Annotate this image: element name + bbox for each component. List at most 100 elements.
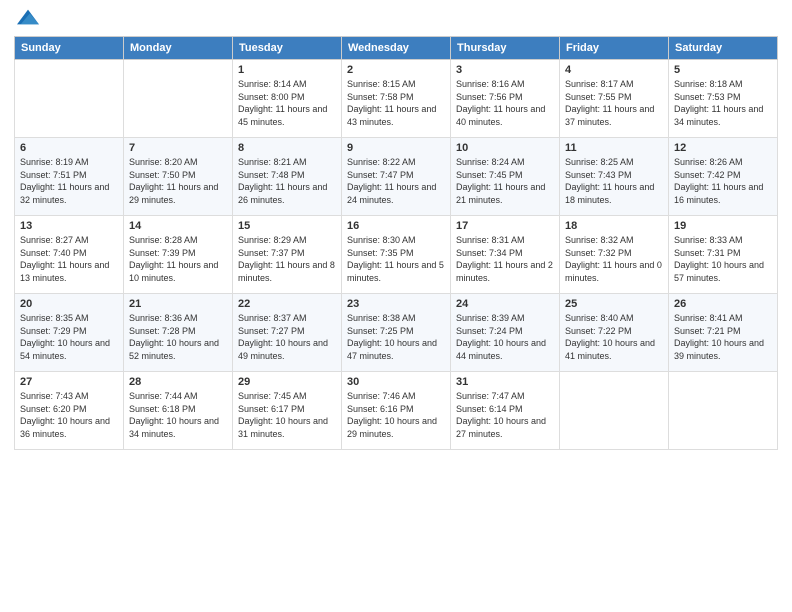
day-number: 12 <box>674 142 772 154</box>
cell-content: Sunrise: 8:40 AMSunset: 7:22 PMDaylight:… <box>565 312 663 362</box>
cell-content: Sunrise: 8:15 AMSunset: 7:58 PMDaylight:… <box>347 78 445 128</box>
calendar-week-row: 27 Sunrise: 7:43 AMSunset: 6:20 PMDayligh… <box>15 372 778 450</box>
cell-content: Sunrise: 8:39 AMSunset: 7:24 PMDaylight:… <box>456 312 554 362</box>
cell-content: Sunrise: 8:30 AMSunset: 7:35 PMDaylight:… <box>347 234 445 284</box>
cell-content: Sunrise: 7:47 AMSunset: 6:14 PMDaylight:… <box>456 390 554 440</box>
calendar-cell: 29Sunrise: 7:45 AMSunset: 6:17 PMDayligh… <box>233 372 342 450</box>
calendar-cell: 18 Sunrise: 8:32 AMSunset: 7:32 PMDayligh… <box>560 216 669 294</box>
calendar-cell: 3 Sunrise: 8:16 AMSunset: 7:56 PMDaylight… <box>451 60 560 138</box>
weekday-header-row: SundayMondayTuesdayWednesdayThursdayFrid… <box>15 37 778 60</box>
cell-content: Sunrise: 8:36 AMSunset: 7:28 PMDaylight:… <box>129 312 227 362</box>
calendar-cell: 24 Sunrise: 8:39 AMSunset: 7:24 PMDayligh… <box>451 294 560 372</box>
day-number: 13 <box>20 220 118 232</box>
day-number: 17 <box>456 220 554 232</box>
calendar-cell: 4 Sunrise: 8:17 AMSunset: 7:55 PMDaylight… <box>560 60 669 138</box>
calendar-cell <box>124 60 233 138</box>
cell-content: Sunrise: 8:32 AMSunset: 7:32 PMDaylight:… <box>565 234 663 284</box>
day-number: 18 <box>565 220 663 232</box>
calendar-table: SundayMondayTuesdayWednesdayThursdayFrid… <box>14 36 778 450</box>
calendar-cell: 31 Sunrise: 7:47 AMSunset: 6:14 PMDayligh… <box>451 372 560 450</box>
calendar-cell: 30 Sunrise: 7:46 AMSunset: 6:16 PMDayligh… <box>342 372 451 450</box>
weekday-header-saturday: Saturday <box>669 37 778 60</box>
day-number: 24 <box>456 298 554 310</box>
calendar-cell: 23 Sunrise: 8:38 AMSunset: 7:25 PMDayligh… <box>342 294 451 372</box>
calendar-cell: 14 Sunrise: 8:28 AMSunset: 7:39 PMDayligh… <box>124 216 233 294</box>
cell-content: Sunrise: 8:31 AMSunset: 7:34 PMDaylight:… <box>456 234 554 284</box>
weekday-header-wednesday: Wednesday <box>342 37 451 60</box>
calendar-cell: 8 Sunrise: 8:21 AMSunset: 7:48 PMDaylight… <box>233 138 342 216</box>
cell-content: Sunrise: 8:29 AMSunset: 7:37 PMDaylight:… <box>238 234 336 284</box>
cell-content: Sunrise: 8:22 AMSunset: 7:47 PMDaylight:… <box>347 156 445 206</box>
calendar-cell <box>560 372 669 450</box>
day-number: 6 <box>20 142 118 154</box>
cell-content: Sunrise: 8:14 AMSunset: 8:00 PMDaylight:… <box>238 78 336 128</box>
calendar-cell: 26 Sunrise: 8:41 AMSunset: 7:21 PMDayligh… <box>669 294 778 372</box>
calendar-cell <box>15 60 124 138</box>
calendar-cell: 25 Sunrise: 8:40 AMSunset: 7:22 PMDayligh… <box>560 294 669 372</box>
calendar-cell: 15 Sunrise: 8:29 AMSunset: 7:37 PMDayligh… <box>233 216 342 294</box>
cell-content: Sunrise: 8:28 AMSunset: 7:39 PMDaylight:… <box>129 234 227 284</box>
calendar-week-row: 20Sunrise: 8:35 AMSunset: 7:29 PMDayligh… <box>15 294 778 372</box>
cell-content: Sunrise: 8:33 AMSunset: 7:31 PMDaylight:… <box>674 234 772 284</box>
day-number: 7 <box>129 142 227 154</box>
cell-content: Sunrise: 7:43 AMSunset: 6:20 PMDaylight:… <box>20 390 118 440</box>
day-number: 1 <box>238 64 336 76</box>
cell-content: Sunrise: 7:46 AMSunset: 6:16 PMDaylight:… <box>347 390 445 440</box>
weekday-header-thursday: Thursday <box>451 37 560 60</box>
calendar-cell: 21 Sunrise: 8:36 AMSunset: 7:28 PMDayligh… <box>124 294 233 372</box>
day-number: 3 <box>456 64 554 76</box>
calendar-cell <box>669 372 778 450</box>
calendar-week-row: 1 Sunrise: 8:14 AMSunset: 8:00 PMDaylight… <box>15 60 778 138</box>
day-number: 21 <box>129 298 227 310</box>
cell-content: Sunrise: 8:18 AMSunset: 7:53 PMDaylight:… <box>674 78 772 128</box>
cell-content: Sunrise: 8:16 AMSunset: 7:56 PMDaylight:… <box>456 78 554 128</box>
day-number: 27 <box>20 376 118 388</box>
calendar-cell: 11Sunrise: 8:25 AMSunset: 7:43 PMDayligh… <box>560 138 669 216</box>
cell-content: Sunrise: 7:44 AMSunset: 6:18 PMDaylight:… <box>129 390 227 440</box>
calendar-cell: 20Sunrise: 8:35 AMSunset: 7:29 PMDayligh… <box>15 294 124 372</box>
calendar-cell: 7Sunrise: 8:20 AMSunset: 7:50 PMDaylight… <box>124 138 233 216</box>
day-number: 26 <box>674 298 772 310</box>
cell-content: Sunrise: 8:27 AMSunset: 7:40 PMDaylight:… <box>20 234 118 284</box>
day-number: 8 <box>238 142 336 154</box>
day-number: 15 <box>238 220 336 232</box>
calendar-cell: 19 Sunrise: 8:33 AMSunset: 7:31 PMDayligh… <box>669 216 778 294</box>
cell-content: Sunrise: 7:45 AMSunset: 6:17 PMDaylight:… <box>238 390 336 440</box>
day-number: 19 <box>674 220 772 232</box>
day-number: 9 <box>347 142 445 154</box>
calendar-cell: 12 Sunrise: 8:26 AMSunset: 7:42 PMDayligh… <box>669 138 778 216</box>
cell-content: Sunrise: 8:41 AMSunset: 7:21 PMDaylight:… <box>674 312 772 362</box>
day-number: 31 <box>456 376 554 388</box>
header <box>14 10 778 28</box>
calendar-cell: 28 Sunrise: 7:44 AMSunset: 6:18 PMDayligh… <box>124 372 233 450</box>
calendar-cell: 2 Sunrise: 8:15 AMSunset: 7:58 PMDaylight… <box>342 60 451 138</box>
day-number: 28 <box>129 376 227 388</box>
day-number: 25 <box>565 298 663 310</box>
cell-content: Sunrise: 8:24 AMSunset: 7:45 PMDaylight:… <box>456 156 554 206</box>
day-number: 20 <box>20 298 118 310</box>
weekday-header-sunday: Sunday <box>15 37 124 60</box>
cell-content: Sunrise: 8:37 AMSunset: 7:27 PMDaylight:… <box>238 312 336 362</box>
calendar-cell: 5Sunrise: 8:18 AMSunset: 7:53 PMDaylight… <box>669 60 778 138</box>
cell-content: Sunrise: 8:21 AMSunset: 7:48 PMDaylight:… <box>238 156 336 206</box>
day-number: 14 <box>129 220 227 232</box>
day-number: 22 <box>238 298 336 310</box>
cell-content: Sunrise: 8:38 AMSunset: 7:25 PMDaylight:… <box>347 312 445 362</box>
day-number: 16 <box>347 220 445 232</box>
logo-icon <box>17 6 39 28</box>
calendar-week-row: 13 Sunrise: 8:27 AMSunset: 7:40 PMDayligh… <box>15 216 778 294</box>
cell-content: Sunrise: 8:17 AMSunset: 7:55 PMDaylight:… <box>565 78 663 128</box>
cell-content: Sunrise: 8:26 AMSunset: 7:42 PMDaylight:… <box>674 156 772 206</box>
calendar-cell: 16 Sunrise: 8:30 AMSunset: 7:35 PMDayligh… <box>342 216 451 294</box>
day-number: 23 <box>347 298 445 310</box>
calendar-cell: 27 Sunrise: 7:43 AMSunset: 6:20 PMDayligh… <box>15 372 124 450</box>
day-number: 30 <box>347 376 445 388</box>
calendar-cell: 10Sunrise: 8:24 AMSunset: 7:45 PMDayligh… <box>451 138 560 216</box>
weekday-header-tuesday: Tuesday <box>233 37 342 60</box>
day-number: 4 <box>565 64 663 76</box>
day-number: 2 <box>347 64 445 76</box>
calendar-cell: 13 Sunrise: 8:27 AMSunset: 7:40 PMDayligh… <box>15 216 124 294</box>
calendar-cell: 17 Sunrise: 8:31 AMSunset: 7:34 PMDayligh… <box>451 216 560 294</box>
calendar-cell: 22 Sunrise: 8:37 AMSunset: 7:27 PMDayligh… <box>233 294 342 372</box>
weekday-header-monday: Monday <box>124 37 233 60</box>
